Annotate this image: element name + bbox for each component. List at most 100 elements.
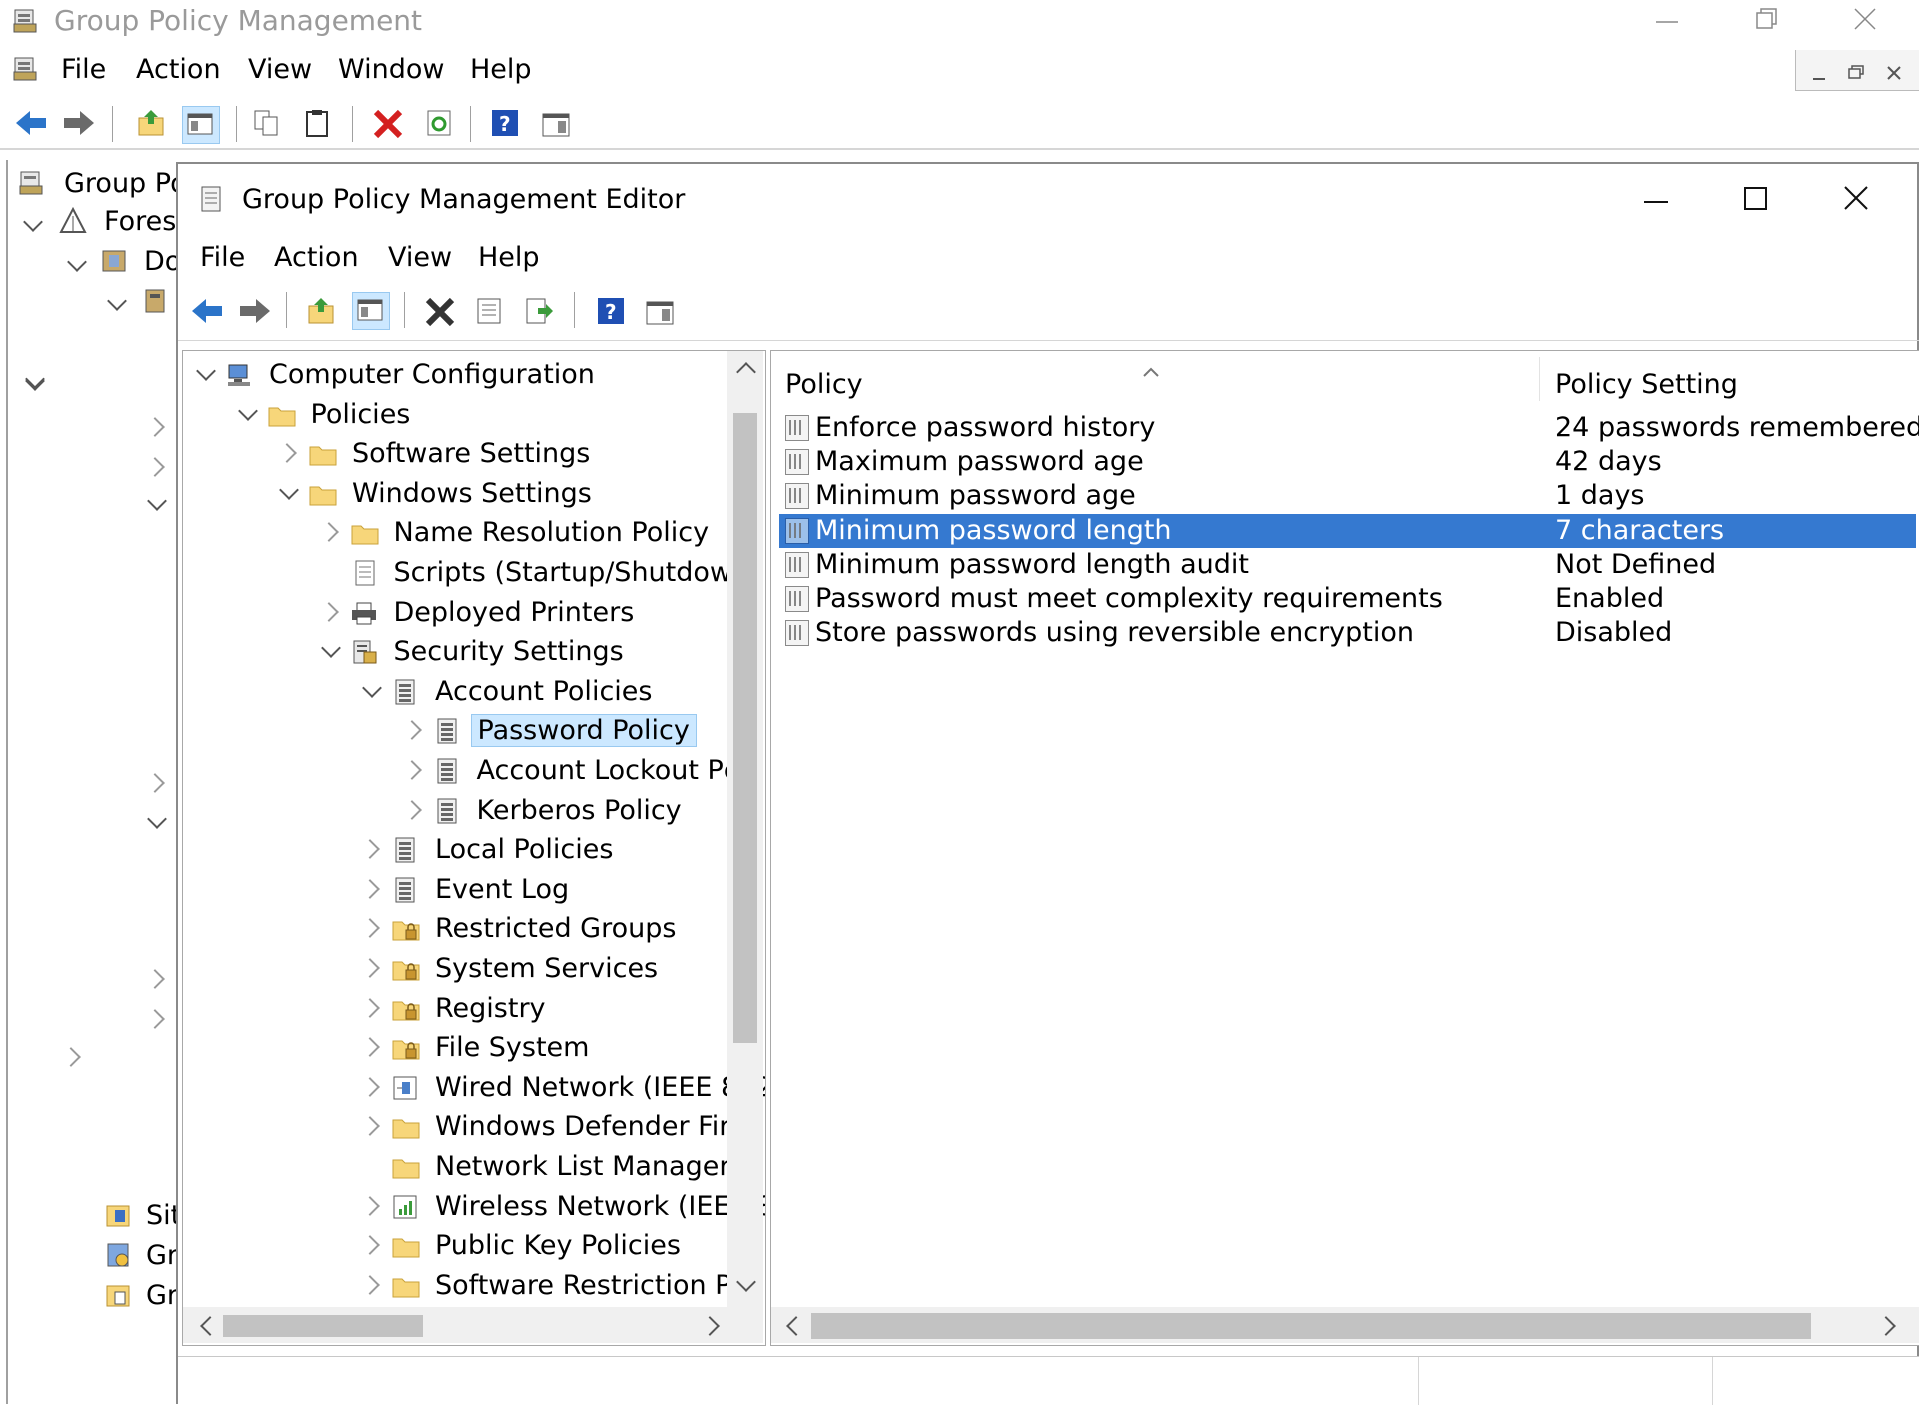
mdi-restore-button[interactable]	[1846, 60, 1868, 82]
expand-chevron-icon[interactable]	[401, 799, 422, 820]
tree-node-label[interactable]: Account Lockout Pc	[471, 755, 745, 786]
tree-node-label[interactable]: Software Settings	[346, 438, 596, 469]
tree-node-label[interactable]: Windows Settings	[346, 478, 598, 509]
expand-chevron-icon[interactable]	[360, 1116, 380, 1137]
outer-menu-view[interactable]: View	[248, 54, 312, 85]
tree-node[interactable]: Name Resolution Policy	[183, 513, 727, 551]
tree-node-label[interactable]: Computer Configuration	[263, 359, 601, 390]
outer-tree-gpo-modeling[interactable]: Gr	[146, 1240, 178, 1271]
mdi-close-button[interactable]	[1884, 60, 1906, 82]
expand-chevron-icon[interactable]	[360, 878, 380, 899]
refresh-icon[interactable]	[424, 108, 454, 138]
tree-node-label[interactable]: Security Settings	[388, 636, 630, 667]
expand-chevron-icon[interactable]	[360, 1235, 380, 1256]
tree-node[interactable]: Account Policies	[183, 672, 727, 710]
policy-row[interactable]: Maximum password age 42 days	[779, 445, 1916, 479]
outer-close-button[interactable]	[1850, 4, 1880, 34]
list-scroll-right-arrow[interactable]	[1876, 1316, 1896, 1336]
gpme-minimize-button[interactable]	[1638, 180, 1674, 216]
forest-expander-icon[interactable]	[25, 369, 45, 389]
outer-tree-root[interactable]: Group Pol	[64, 168, 194, 199]
tree-node[interactable]: Software Restriction Pol	[183, 1266, 755, 1304]
expand-chevron-icon[interactable]	[360, 1274, 380, 1295]
tree-node-label[interactable]: Policies	[305, 399, 417, 430]
list-hscroll-thumb[interactable]	[811, 1313, 1811, 1339]
policy-row[interactable]: Minimum password age 1 days	[779, 479, 1916, 513]
show-hide-action-pane-icon[interactable]	[644, 296, 674, 326]
gpme-menu-help[interactable]: Help	[478, 242, 540, 273]
tree-node[interactable]: Deployed Printers	[183, 593, 727, 631]
properties-icon[interactable]	[474, 296, 504, 326]
forward-arrow-icon[interactable]	[62, 108, 94, 138]
gpme-menu-file[interactable]: File	[200, 242, 245, 273]
tree-node[interactable]: File System	[183, 1028, 727, 1066]
tree-scroll-left-arrow[interactable]	[200, 1316, 220, 1336]
copy-icon[interactable]	[252, 108, 282, 138]
tree-node-label[interactable]: Local Policies	[429, 834, 619, 865]
tree-node-label[interactable]: Account Policies	[429, 676, 658, 707]
gpme-menu-view[interactable]: View	[388, 242, 452, 273]
tree-node[interactable]: Scripts (Startup/Shutdown)	[183, 553, 760, 591]
tree-node-label[interactable]: Kerberos Policy	[471, 795, 688, 826]
collapse-chevron-icon[interactable]	[279, 479, 299, 500]
outer-minimize-button[interactable]	[1652, 4, 1682, 34]
policy-row[interactable]: Minimum password length 7 characters	[779, 513, 1916, 548]
tree-node[interactable]: Network List Manager P	[183, 1147, 755, 1185]
tree-node[interactable]: Security Settings	[183, 632, 727, 670]
tree-scroll-right-arrow[interactable]	[700, 1316, 720, 1336]
gpme-close-button[interactable]	[1838, 180, 1874, 216]
export-list-icon[interactable]	[524, 296, 554, 326]
expand-chevron-icon[interactable]	[318, 522, 339, 543]
policy-row[interactable]: Enforce password history 24 passwords rem…	[779, 411, 1919, 445]
tree-node-label[interactable]: System Services	[429, 953, 664, 984]
tree-node-label[interactable]: Windows Defender Firev	[429, 1111, 765, 1142]
tree-node[interactable]: Password Policy	[183, 711, 727, 749]
expand-chevron-icon[interactable]	[360, 918, 380, 939]
tree-node[interactable]: Wired Network (IEEE 802	[183, 1068, 765, 1106]
up-folder-icon[interactable]	[136, 108, 166, 138]
mdi-minimize-button[interactable]	[1810, 60, 1832, 82]
tree-scroll-down-arrow[interactable]	[736, 1272, 756, 1292]
policy-row[interactable]: Minimum password length audit Not Defined	[779, 548, 1916, 582]
expand-chevron-icon[interactable]	[318, 601, 339, 622]
show-hide-action-pane-icon[interactable]	[540, 108, 570, 138]
expand-chevron-icon[interactable]	[277, 443, 297, 464]
gpme-maximize-button[interactable]	[1738, 180, 1774, 216]
collapse-chevron-icon[interactable]	[196, 361, 216, 381]
outer-menu-help[interactable]: Help	[470, 54, 532, 85]
policy-row[interactable]: Store passwords using reversible encrypt…	[779, 616, 1916, 650]
tree-hscroll-thumb[interactable]	[223, 1315, 423, 1337]
column-header-policy[interactable]: Policy	[785, 369, 863, 400]
column-divider[interactable]	[1539, 357, 1540, 401]
outer-restore-button[interactable]	[1752, 4, 1782, 34]
expand-chevron-icon[interactable]	[360, 997, 380, 1018]
help-icon[interactable]: ?	[490, 108, 520, 138]
outer-tree-gpo-results[interactable]: Gr	[146, 1280, 178, 1311]
back-arrow-icon[interactable]	[14, 108, 46, 138]
collapse-chevron-icon[interactable]	[237, 400, 258, 421]
up-folder-icon[interactable]	[306, 296, 336, 326]
tree-node-label[interactable]: Restricted Groups	[429, 913, 682, 944]
tree-node[interactable]: Kerberos Policy	[183, 791, 727, 829]
tree-node[interactable]: Registry	[183, 989, 727, 1027]
tree-vertical-scrollbar[interactable]	[727, 351, 763, 1307]
tree-node[interactable]: Wireless Network (IEEE 8	[183, 1187, 765, 1225]
tree-scroll-thumb[interactable]	[733, 413, 757, 1043]
delete-icon[interactable]	[372, 108, 403, 139]
outer-menu-file[interactable]: File	[61, 54, 106, 85]
forward-arrow-icon[interactable]	[238, 296, 270, 326]
policy-row[interactable]: Password must meet complexity requiremen…	[779, 582, 1916, 616]
tree-horizontal-scrollbar[interactable]	[183, 1307, 763, 1343]
paste-icon[interactable]	[302, 108, 332, 138]
show-hide-console-tree-icon[interactable]	[182, 106, 220, 144]
tree-node[interactable]: Restricted Groups	[183, 909, 727, 947]
tree-node-label[interactable]: Scripts (Startup/Shutdown)	[388, 557, 766, 588]
tree-node[interactable]: Software Settings	[183, 434, 727, 472]
expand-chevron-icon[interactable]	[360, 839, 380, 860]
expand-chevron-icon[interactable]	[360, 958, 380, 978]
expand-chevron-icon[interactable]	[401, 720, 422, 741]
tree-node[interactable]: Local Policies	[183, 830, 727, 868]
tree-node-label[interactable]: Network List Manager P	[429, 1151, 761, 1182]
tree-node[interactable]: Windows Settings	[183, 474, 727, 512]
tree-node-label[interactable]: Wireless Network (IEEE 8	[429, 1191, 765, 1222]
